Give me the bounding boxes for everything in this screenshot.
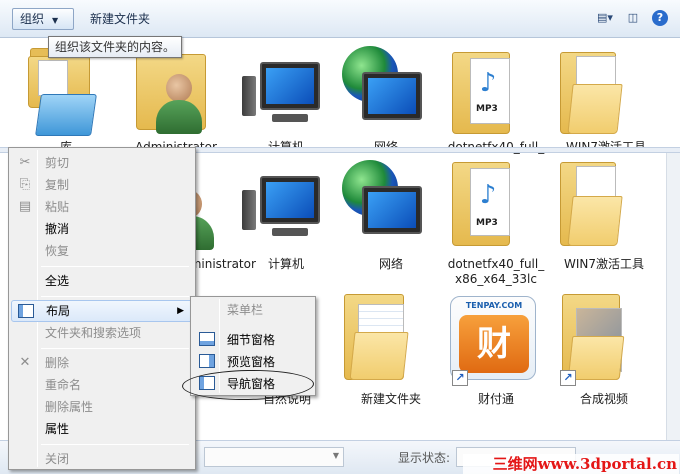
shortcut-arrow-icon: ↗ (560, 370, 576, 386)
tenpay-item[interactable]: TENPAY.COM 财 ↗ (448, 294, 544, 394)
paste-icon: ▤ (18, 199, 32, 214)
administrator-item-top[interactable] (128, 44, 224, 144)
win7-label: WIN7激活工具 (563, 257, 645, 271)
new-folder-item[interactable] (338, 290, 434, 390)
scissors-icon: ✂ (19, 155, 31, 170)
navigation-pane-icon (199, 376, 215, 390)
delete-icon: ✕ (19, 355, 31, 370)
network-item[interactable] (338, 158, 434, 258)
computer-label: 计算机 (267, 257, 304, 271)
menu-item-label: 布局 (46, 304, 71, 318)
organize-label: 组织 (20, 12, 45, 26)
dotnetfx-label-line1: dotnetfx40_full_ (447, 257, 545, 271)
copy-icon: ⎘ (19, 177, 31, 192)
chevron-down-icon: ▼ (332, 451, 339, 460)
win7-item-top[interactable] (556, 44, 652, 144)
shortcut-arrow-icon: ↗ (452, 370, 468, 386)
menu-item-rename[interactable]: 重命名 (11, 374, 193, 396)
submenu-item-menu-bar[interactable]: 菜单栏 (193, 299, 313, 321)
submenu-item-preview-pane[interactable]: 预览窗格 (193, 351, 313, 373)
chevron-down-icon: ▼ (52, 16, 59, 25)
tenpay-brand: TENPAY.COM (465, 301, 523, 310)
menu-item-label: 剪切 (45, 156, 70, 170)
menu-separator (41, 296, 189, 297)
organize-menu: ✂ 剪切 ⎘ 复制 ▤ 粘贴 撤消 恢复 全选 布局 ▶ 文件夹和搜索选项 ✕ … (8, 147, 196, 470)
menu-item-properties[interactable]: 属性 (11, 418, 193, 440)
network-label: 网络 (378, 257, 403, 271)
menu-separator (41, 266, 189, 267)
preview-pane-icon[interactable]: ◫ (624, 10, 642, 26)
libraries-item[interactable] (18, 44, 114, 144)
menu-separator (41, 348, 189, 349)
submenu-item-details-pane[interactable]: 细节窗格 (193, 329, 313, 351)
menu-item-label: 删除 (45, 356, 70, 370)
menu-item-cut[interactable]: ✂ 剪切 (11, 152, 193, 174)
submenu-item-label: 预览窗格 (227, 355, 276, 369)
tenpay-label: 财付通 (477, 392, 514, 406)
organize-button[interactable]: 组织 ▼ (12, 8, 74, 30)
details-pane-icon (199, 332, 215, 346)
dotnetfx-item-top[interactable]: ♪ MP3 (448, 44, 544, 144)
dotnetfx-label-line2: x86_x64_33lc (455, 272, 537, 286)
submenu-item-navigation-pane[interactable]: 导航窗格 (193, 373, 313, 395)
layout-submenu: 菜单栏 细节窗格 预览窗格 导航窗格 (190, 296, 316, 396)
menu-item-select-all[interactable]: 全选 (11, 270, 193, 292)
win7-item[interactable] (556, 158, 652, 258)
menu-item-label: 粘贴 (45, 200, 70, 214)
menu-separator (41, 444, 189, 445)
status-combo[interactable]: ▼ (204, 447, 344, 467)
menu-item-paste[interactable]: ▤ 粘贴 (11, 196, 193, 218)
menu-item-folder-options[interactable]: 文件夹和搜索选项 (11, 322, 193, 344)
tenpay-logo-icon: 财 (459, 315, 529, 373)
vertical-scrollbar[interactable] (666, 153, 680, 440)
new-folder-button[interactable]: 新建文件夹 (82, 8, 158, 30)
submenu-item-label: 导航窗格 (227, 377, 276, 391)
composite-video-item[interactable]: ↗ (556, 290, 652, 390)
organize-tooltip: 组织该文件夹的内容。 (48, 36, 183, 58)
menu-item-remove-properties[interactable]: 删除属性 (11, 396, 193, 418)
menu-item-redo[interactable]: 恢复 (11, 240, 193, 262)
site-watermark: 三维网www.3dportal.cn (463, 454, 679, 474)
computer-item[interactable] (238, 166, 334, 266)
submenu-item-label: 细节窗格 (227, 333, 276, 347)
preview-pane-icon (199, 354, 215, 368)
command-bar: 组织 ▼ 新建文件夹 ▤▾ ◫ ? (0, 0, 680, 38)
composite-video-label: 合成视频 (579, 392, 628, 406)
network-item-top[interactable] (338, 44, 434, 144)
menu-item-delete[interactable]: ✕ 删除 (11, 352, 193, 374)
dotnetfx-item[interactable]: ♪ MP3 (448, 158, 544, 258)
computer-item-top[interactable] (238, 52, 334, 152)
menu-item-label: 复制 (45, 178, 70, 192)
state-label: 显示状态: (398, 451, 451, 465)
submenu-arrow-icon: ▶ (177, 306, 184, 316)
menu-item-undo[interactable]: 撤消 (11, 218, 193, 240)
menu-item-close[interactable]: 关闭 (11, 448, 193, 470)
view-options-icon[interactable]: ▤▾ (596, 10, 614, 26)
layout-icon (18, 303, 34, 319)
new-folder-label: 新建文件夹 (360, 392, 421, 406)
help-icon[interactable]: ? (652, 10, 668, 26)
menu-item-layout[interactable]: 布局 ▶ (11, 300, 193, 322)
menu-item-copy[interactable]: ⎘ 复制 (11, 174, 193, 196)
